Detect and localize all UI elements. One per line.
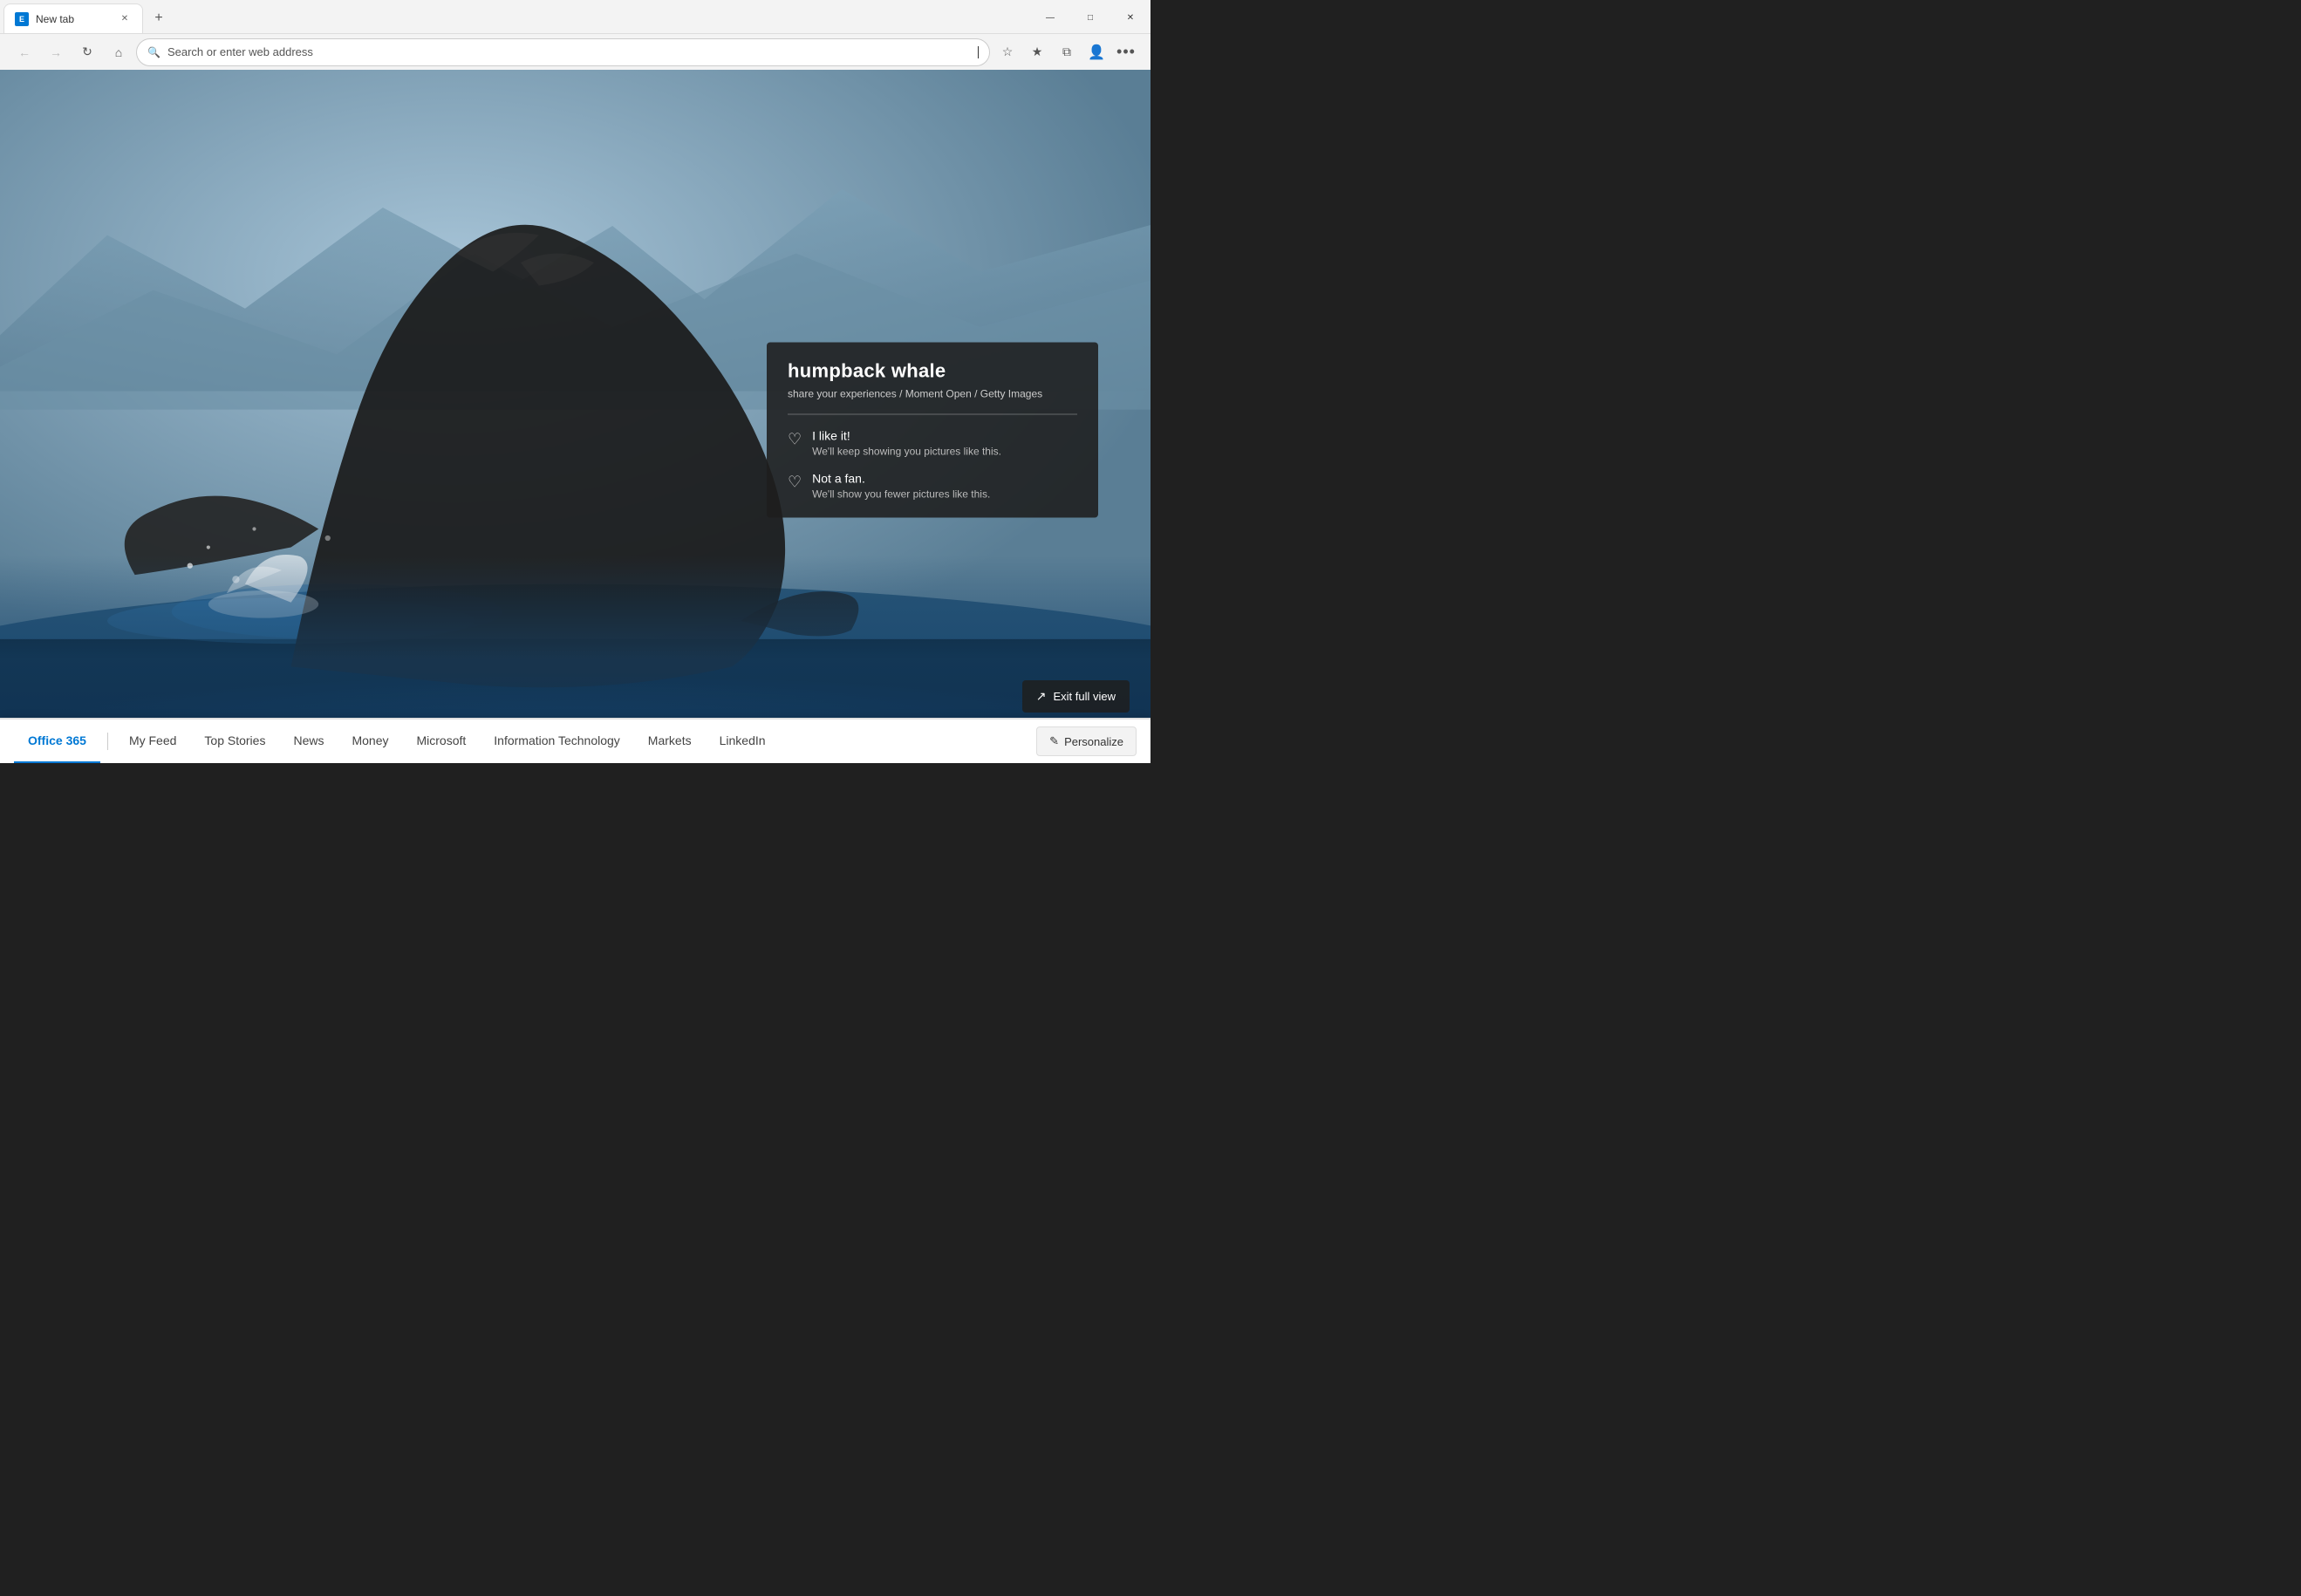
maximize-button[interactable]: □ <box>1070 0 1110 35</box>
cursor <box>978 46 979 58</box>
popup-title: humpback whale <box>788 360 1077 383</box>
nav-item-microsoft[interactable]: Microsoft <box>403 719 481 763</box>
like-option-title: I like it! <box>812 429 1001 443</box>
dislike-option-title: Not a fan. <box>812 472 990 486</box>
nav-item-markets[interactable]: Markets <box>634 719 706 763</box>
nav-item-it[interactable]: Information Technology <box>480 719 634 763</box>
popup-divider <box>788 414 1077 415</box>
dislike-heart-icon: ♡ <box>788 474 802 492</box>
like-option-text: I like it! We'll keep showing you pictur… <box>812 429 1001 458</box>
nav-item-office365[interactable]: Office 365 <box>14 719 100 763</box>
main-content: humpback whale share your experiences / … <box>0 70 1150 763</box>
nav-divider <box>107 733 108 750</box>
nav-item-news[interactable]: News <box>279 719 338 763</box>
address-text: Search or enter web address <box>167 45 971 58</box>
minimize-button[interactable]: — <box>1030 0 1070 35</box>
personalize-icon: ✎ <box>1049 734 1059 748</box>
dislike-option[interactable]: ♡ Not a fan. We'll show you fewer pictur… <box>788 472 1077 501</box>
dislike-option-text: Not a fan. We'll show you fewer pictures… <box>812 472 990 501</box>
tab-label: New tab <box>36 13 111 25</box>
dislike-option-desc: We'll show you fewer pictures like this. <box>812 488 990 501</box>
bottom-navigation: Office 365 My Feed Top Stories News Mone… <box>0 718 1150 763</box>
forward-button[interactable]: → <box>42 38 70 66</box>
exit-fullview-button[interactable]: ↗ Exit full view <box>1022 680 1130 713</box>
nav-right-buttons: ☆ ★ ⧉ 👤 ••• <box>993 38 1140 66</box>
nav-item-money[interactable]: Money <box>338 719 402 763</box>
nav-item-myfeed[interactable]: My Feed <box>115 719 190 763</box>
popup-subtitle: share your experiences / Moment Open / G… <box>788 388 1077 400</box>
browser-tab[interactable]: E New tab ✕ <box>3 3 143 33</box>
exit-fullview-icon: ↗ <box>1036 689 1047 704</box>
like-heart-icon: ♡ <box>788 431 802 449</box>
reload-button[interactable]: ↻ <box>73 38 101 66</box>
profile-button[interactable]: 👤 <box>1082 38 1110 66</box>
address-bar[interactable]: 🔍 Search or enter web address <box>136 38 990 66</box>
more-settings-button[interactable]: ••• <box>1112 38 1140 66</box>
info-popup: humpback whale share your experiences / … <box>767 343 1098 518</box>
nav-item-topstories[interactable]: Top Stories <box>190 719 279 763</box>
close-button[interactable]: ✕ <box>1110 0 1150 35</box>
add-to-favorites-button[interactable]: ☆ <box>993 38 1021 66</box>
collections-button[interactable]: ⧉ <box>1053 38 1081 66</box>
search-icon: 🔍 <box>147 46 160 58</box>
home-button[interactable]: ⌂ <box>105 38 133 66</box>
new-tab-button[interactable]: + <box>147 6 171 31</box>
personalize-button[interactable]: ✎ Personalize <box>1036 726 1137 756</box>
tab-favicon: E <box>15 12 29 26</box>
tab-close-button[interactable]: ✕ <box>118 12 132 26</box>
like-option-desc: We'll keep showing you pictures like thi… <box>812 446 1001 458</box>
navigation-bar: ← → ↻ ⌂ 🔍 Search or enter web address ☆ … <box>0 33 1150 70</box>
nav-item-linkedin[interactable]: LinkedIn <box>706 719 780 763</box>
like-option[interactable]: ♡ I like it! We'll keep showing you pict… <box>788 429 1077 458</box>
back-button[interactable]: ← <box>10 38 38 66</box>
favorites-button[interactable]: ★ <box>1023 38 1051 66</box>
exit-fullview-label: Exit full view <box>1053 690 1116 703</box>
personalize-label: Personalize <box>1064 735 1123 748</box>
